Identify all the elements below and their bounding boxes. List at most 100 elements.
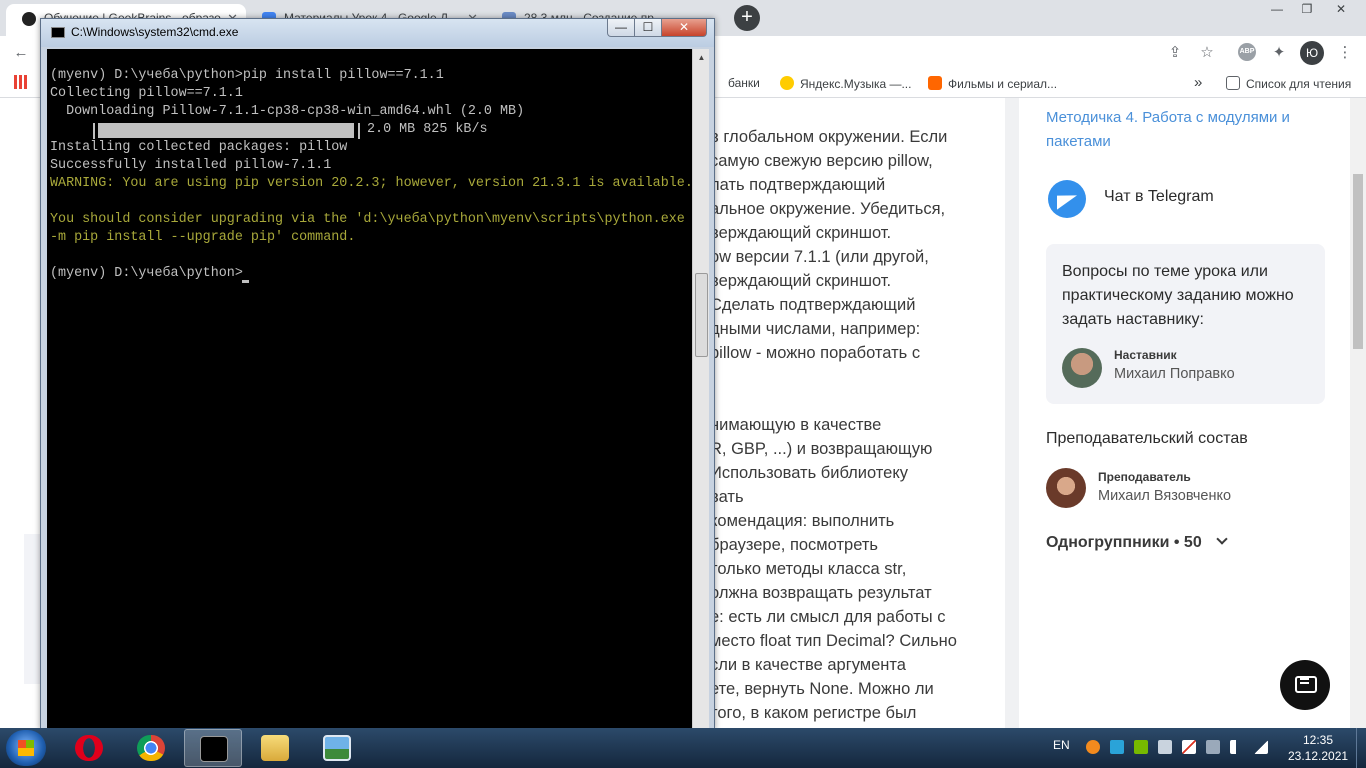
article-line: Сделать подтверждающий bbox=[710, 296, 916, 314]
browser-minimize-button[interactable]: — bbox=[1262, 0, 1292, 18]
article-line: альное окружение. Убедиться, bbox=[710, 200, 946, 218]
article-line: только методы класса str, bbox=[710, 560, 907, 578]
telegram-chat-link[interactable]: Чат в Telegram bbox=[1104, 188, 1214, 206]
cmd-scrollbar[interactable]: ▲ bbox=[692, 49, 709, 729]
article-line: е: есть ли смысл для работы с bbox=[710, 608, 946, 626]
network-signal-icon[interactable] bbox=[1254, 740, 1268, 754]
extensions-puzzle-icon[interactable]: ✦ bbox=[1268, 42, 1290, 64]
page-scrollbar-thumb[interactable] bbox=[1353, 174, 1363, 349]
cmd-console[interactable]: (myenv) D:\учеба\python>pip install pill… bbox=[47, 49, 692, 729]
console-line: Downloading Pillow-7.1.1-cp38-cp38-win_a… bbox=[50, 104, 525, 119]
adblock-plus-icon[interactable]: ABP bbox=[1238, 43, 1256, 61]
usb-device-icon[interactable] bbox=[1206, 740, 1220, 754]
share-icon[interactable]: ⇪ bbox=[1164, 42, 1186, 64]
chrome-icon bbox=[137, 735, 165, 761]
language-indicator[interactable]: EN bbox=[1053, 738, 1070, 752]
apps-grid-icon[interactable] bbox=[14, 75, 28, 89]
cmd-icon bbox=[200, 736, 228, 762]
lesson-sidebar: Методичка 4. Работа с модулями и пакетам… bbox=[1020, 98, 1350, 728]
mentor-name[interactable]: Михаил Поправко bbox=[1114, 366, 1235, 382]
bookmark-yandex-music[interactable]: Яндекс.Музыка —... bbox=[780, 76, 911, 91]
cmd-maximize-button[interactable]: ☐ bbox=[634, 19, 662, 37]
article-line: комендация: выполнить bbox=[710, 512, 895, 530]
cmd-minimize-button[interactable]: — bbox=[607, 19, 635, 37]
console-line: Successfully installed pillow-7.1.1 bbox=[50, 158, 332, 173]
article-line: в глобальном окружении. Если bbox=[710, 128, 948, 146]
reading-list-icon bbox=[1226, 76, 1240, 90]
taskbar-opera[interactable] bbox=[60, 729, 118, 767]
classmates-label: Одногруппники • 50 bbox=[1046, 534, 1202, 551]
console-line: (myenv) D:\учеба\python>pip install pill… bbox=[50, 68, 444, 83]
bookmarks-more-icon[interactable]: » bbox=[1194, 74, 1202, 91]
clock-date: 23.12.2021 bbox=[1288, 749, 1349, 763]
browser-close-button[interactable]: ✕ bbox=[1326, 0, 1356, 18]
article-line: браузере, посмотреть bbox=[710, 536, 878, 554]
show-desktop-button[interactable] bbox=[1356, 728, 1366, 768]
taskbar-chrome[interactable] bbox=[122, 729, 180, 767]
article-line: вать bbox=[710, 488, 744, 506]
article-line: самую свежую версию pillow, bbox=[710, 152, 933, 170]
volume-icon[interactable] bbox=[1230, 740, 1244, 754]
mentor-avatar[interactable] bbox=[1062, 348, 1102, 388]
article-line: верждающий скриншот. bbox=[710, 224, 892, 242]
article-line: ow версии 7.1.1 (или другой, bbox=[710, 248, 929, 266]
article-line: дными числами, например: bbox=[710, 320, 921, 338]
profile-avatar[interactable]: Ю bbox=[1300, 41, 1324, 65]
start-button[interactable] bbox=[6, 730, 46, 766]
back-arrow-icon[interactable]: ← bbox=[10, 42, 32, 64]
mentor-card-text: Вопросы по теме урока или практическому … bbox=[1062, 263, 1294, 328]
avast-icon[interactable] bbox=[1086, 740, 1100, 754]
support-chat-button[interactable] bbox=[1280, 660, 1330, 710]
bookmark-star-icon[interactable]: ☆ bbox=[1196, 42, 1218, 64]
lesson-material-link[interactable]: Методичка 4. Работа с модулями и пакетам… bbox=[1046, 106, 1316, 154]
page-scrollbar[interactable] bbox=[1350, 98, 1366, 728]
cmd-scrollbar-thumb[interactable] bbox=[695, 273, 708, 357]
console-prompt: (myenv) D:\учеба\python> bbox=[50, 266, 243, 281]
bookmark-banki[interactable]: банки bbox=[728, 76, 760, 90]
taskbar-explorer[interactable] bbox=[246, 729, 304, 767]
reading-list-label: Список для чтения bbox=[1246, 77, 1352, 91]
scroll-up-icon[interactable]: ▲ bbox=[693, 49, 710, 66]
pip-upgrade-line: You should consider upgrading via the 'd… bbox=[50, 212, 685, 227]
chevron-down-icon bbox=[1216, 533, 1228, 545]
cmd-window[interactable]: C:\Windows\system32\cmd.exe — ☐ ✕ (myenv… bbox=[40, 18, 715, 730]
lesson-article: в глобальном окружении. Если самую свежую… bbox=[700, 98, 1005, 728]
article-line: верждающий скриншот. bbox=[710, 272, 892, 290]
cmd-titlebar[interactable]: C:\Windows\system32\cmd.exe — ☐ ✕ bbox=[41, 19, 714, 47]
bookmark-films[interactable]: Фильмы и сериал... bbox=[928, 76, 1057, 91]
display-icon[interactable] bbox=[1158, 740, 1172, 754]
teacher-name[interactable]: Михаил Вязовченко bbox=[1098, 488, 1231, 504]
console-line: Collecting pillow==7.1.1 bbox=[50, 86, 243, 101]
teachers-title: Преподавательский состав bbox=[1046, 430, 1248, 447]
taskbar-photo-viewer[interactable] bbox=[308, 729, 366, 767]
cmd-app-icon bbox=[51, 27, 65, 38]
cmd-close-button[interactable]: ✕ bbox=[661, 19, 707, 37]
nvidia-icon[interactable] bbox=[1134, 740, 1148, 754]
bookmark-label: Яндекс.Музыка —... bbox=[800, 77, 912, 91]
classmates-toggle[interactable]: Одногруппники • 50 bbox=[1046, 533, 1228, 552]
article-line: нимающую в качестве bbox=[710, 416, 882, 434]
article-line: того, в каком регистре был bbox=[710, 704, 917, 722]
reading-list[interactable]: Список для чтения bbox=[1226, 76, 1351, 91]
content-divider bbox=[1005, 98, 1019, 728]
browser-restore-button[interactable]: ❐ bbox=[1292, 0, 1322, 18]
pip-upgrade-line-cont: -m pip install --upgrade pip' command. bbox=[50, 230, 356, 245]
progress-bar-left-edge bbox=[93, 123, 95, 139]
new-tab-button[interactable]: + bbox=[734, 5, 760, 31]
article-line: R, GBP, ...) и возвращающую bbox=[710, 440, 933, 458]
article-line: олжна возвращать результат bbox=[710, 584, 932, 602]
console-cursor bbox=[242, 280, 249, 283]
picture-icon bbox=[323, 735, 351, 761]
taskbar-clock[interactable]: 12:35 23.12.2021 bbox=[1288, 732, 1348, 764]
kinopoisk-icon bbox=[928, 76, 942, 90]
article-line: сли в качестве аргумента bbox=[710, 656, 906, 674]
app-tray-icon[interactable] bbox=[1110, 740, 1124, 754]
security-flag-icon[interactable] bbox=[1182, 740, 1196, 754]
progress-text: 2.0 MB 825 kB/s bbox=[367, 122, 488, 137]
article-line: pillow - можно поработать с bbox=[710, 344, 921, 362]
taskbar-cmd[interactable] bbox=[184, 729, 242, 767]
teacher-avatar[interactable] bbox=[1046, 468, 1086, 508]
telegram-icon[interactable] bbox=[1048, 180, 1086, 218]
folder-icon bbox=[261, 735, 289, 761]
chrome-menu-icon[interactable]: ⋮ bbox=[1334, 42, 1356, 64]
